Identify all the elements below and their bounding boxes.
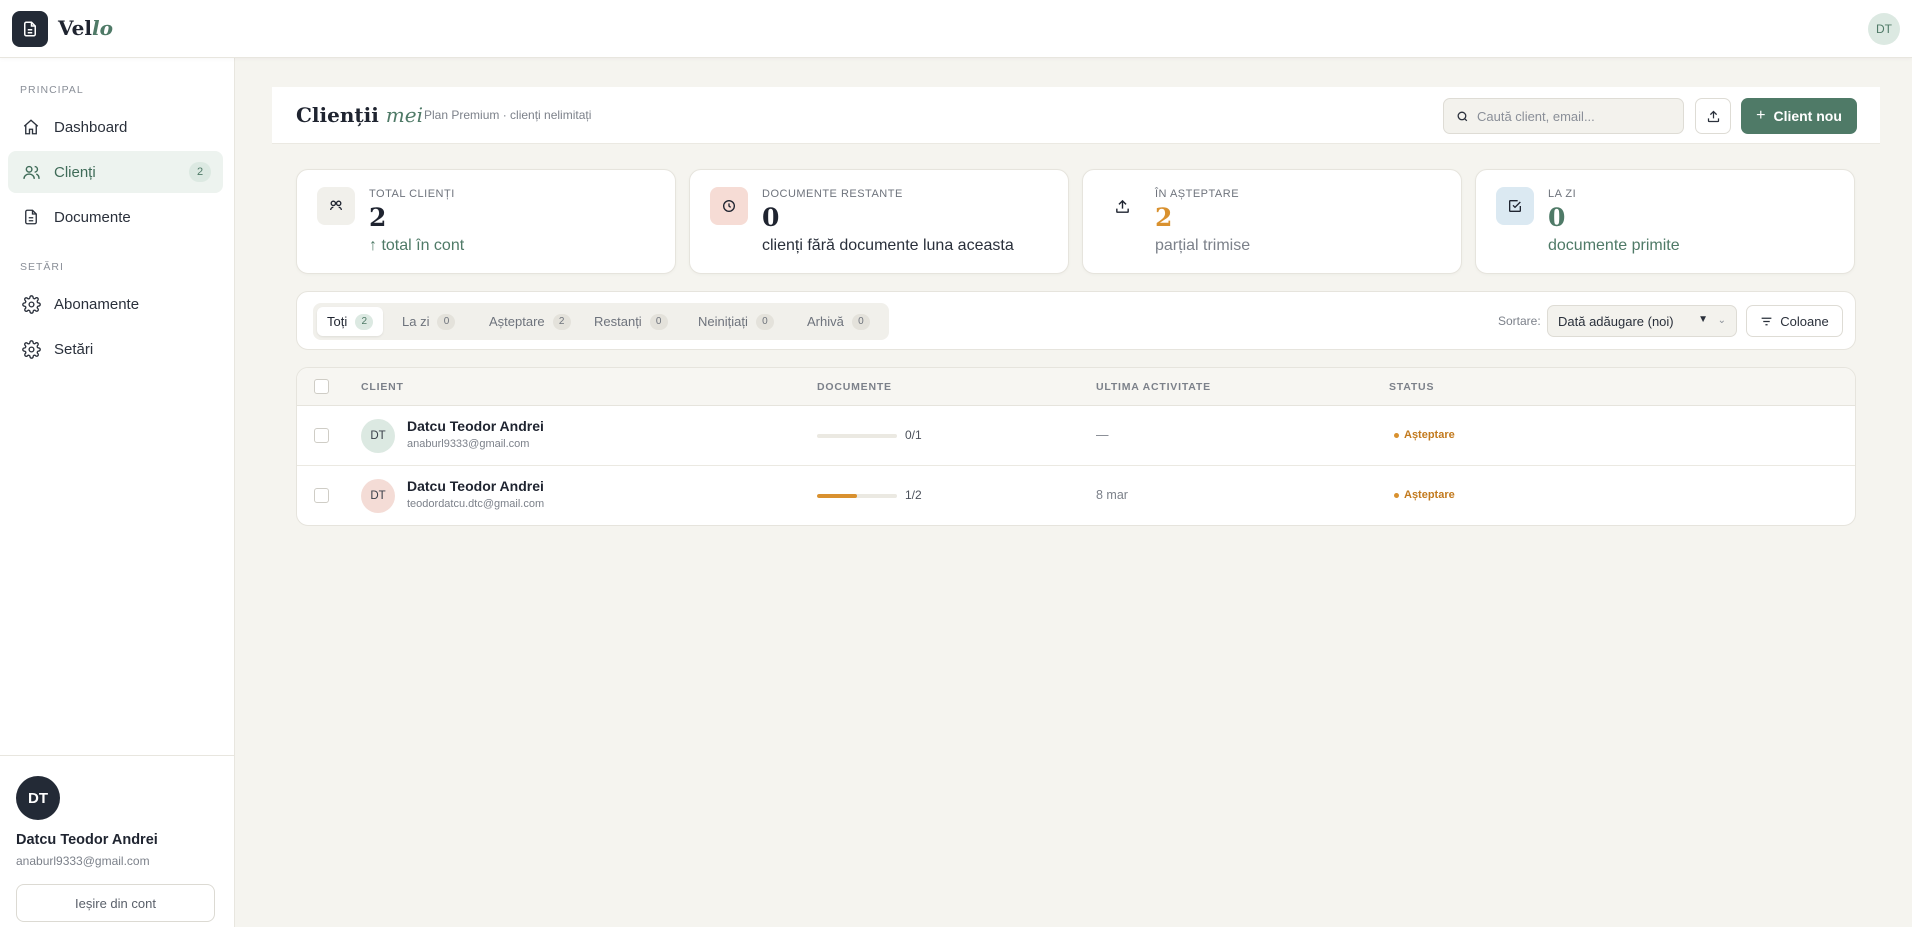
- stat-card-asteptare: ÎN AȘTEPTARE 2 parțial trimise: [1082, 169, 1462, 274]
- status-badge: Așteptare: [1394, 489, 1455, 501]
- plus-icon: +: [1756, 107, 1766, 124]
- export-button[interactable]: [1695, 98, 1731, 134]
- tab-arhiva[interactable]: Arhivă 0: [797, 307, 880, 336]
- document-icon: [20, 206, 42, 228]
- tab-restanti[interactable]: Restanți 0: [584, 307, 678, 336]
- tab-asteptare[interactable]: Așteptare 2: [479, 307, 581, 336]
- last-activity: 8 mar: [1096, 488, 1128, 502]
- column-header-client[interactable]: CLIENT: [361, 381, 404, 393]
- search-icon: [1456, 110, 1469, 123]
- table-row[interactable]: DT Datcu Teodor Andrei teodordatcu.dtc@g…: [297, 466, 1855, 525]
- gear-icon: [20, 338, 42, 360]
- stat-note: parțial trimise: [1155, 237, 1251, 254]
- sidebar-item-label: Clienți: [54, 163, 96, 181]
- documents-count: 1/2: [905, 488, 922, 502]
- sidebar-item-label: Documente: [54, 208, 131, 226]
- sidebar-item-setari[interactable]: Setări: [8, 328, 223, 370]
- table-header: CLIENT DOCUMENTE ULTIMA ACTIVITATE STATU…: [297, 368, 1855, 406]
- row-checkbox[interactable]: [314, 428, 329, 443]
- column-header-status[interactable]: STATUS: [1389, 381, 1434, 393]
- stat-note: documente primite: [1548, 237, 1680, 254]
- sidebar-item-label: Setări: [54, 340, 94, 358]
- client-name[interactable]: Datcu Teodor Andrei: [407, 418, 544, 434]
- new-client-button[interactable]: + Client nou: [1741, 98, 1857, 134]
- select-all-checkbox[interactable]: [314, 379, 329, 394]
- search-input[interactable]: [1477, 108, 1677, 124]
- table-row[interactable]: DT Datcu Teodor Andrei anaburl9333@gmail…: [297, 406, 1855, 466]
- sidebar-section-setari: SETĂRI: [20, 261, 64, 273]
- count-badge: 2: [189, 162, 211, 182]
- avatar: DT: [361, 419, 395, 453]
- chevron-down-icon: ⌄: [1717, 315, 1726, 326]
- sidebar-item-abonamente[interactable]: Abonamente: [8, 283, 223, 325]
- column-header-documente[interactable]: DOCUMENTE: [817, 381, 892, 393]
- avatar[interactable]: DT: [16, 776, 60, 820]
- app-logo[interactable]: Vello: [58, 16, 113, 40]
- upload-icon: [1706, 109, 1721, 124]
- stat-value: 2: [369, 203, 387, 232]
- stat-card-total: TOTAL CLIENȚI 2 ↑ total în cont: [296, 169, 676, 274]
- status-tabs: Toți 2 La zi 0 Așteptare 2 Restanți 0 Neiniț…: [313, 303, 889, 340]
- logout-button[interactable]: Ieșire din cont: [16, 884, 215, 922]
- tab-toti[interactable]: Toți 2: [317, 307, 384, 336]
- documents-count: 0/1: [905, 428, 922, 442]
- sort-select[interactable]: Dată adăugare (noi) ▼ ⌄: [1547, 305, 1737, 337]
- tab-neinitiati[interactable]: Neinițiați 0: [688, 307, 784, 336]
- filter-lines-icon: [1760, 315, 1773, 328]
- status-badge: Așteptare: [1394, 429, 1455, 441]
- clients-table: CLIENT DOCUMENTE ULTIMA ACTIVITATE STATU…: [296, 367, 1856, 526]
- clock-icon: [710, 187, 748, 225]
- filter-bar: Toți 2 La zi 0 Așteptare 2 Restanți 0 Neiniț…: [296, 291, 1856, 350]
- stat-label: TOTAL CLIENȚI: [369, 188, 455, 200]
- stat-value: 2: [1155, 203, 1173, 232]
- documents-progress-bar: [817, 434, 897, 438]
- avatar: DT: [361, 479, 395, 513]
- sort-label: Sortare:: [1498, 314, 1541, 328]
- stat-value: 0: [1548, 203, 1566, 232]
- gear-icon: [20, 293, 42, 315]
- client-email: anaburl9333@gmail.com: [407, 438, 530, 450]
- row-checkbox[interactable]: [314, 488, 329, 503]
- user-email: anaburl9333@gmail.com: [16, 854, 150, 868]
- caret-down-icon: ▼: [1698, 314, 1708, 325]
- search-box: [1443, 98, 1684, 134]
- page-title: Clienții mei: [296, 103, 423, 127]
- last-activity: —: [1096, 428, 1109, 442]
- logo-icon[interactable]: [12, 11, 48, 47]
- avatar[interactable]: DT: [1868, 13, 1900, 45]
- check-square-icon: [1496, 187, 1534, 225]
- tab-la-zi[interactable]: La zi 0: [392, 307, 465, 336]
- stat-label: ÎN AȘTEPTARE: [1155, 188, 1240, 200]
- user-name: Datcu Teodor Andrei: [16, 832, 158, 848]
- client-email: teodordatcu.dtc@gmail.com: [407, 498, 545, 510]
- sidebar-item-label: Abonamente: [54, 295, 140, 313]
- top-bar: Vello DT: [0, 0, 1912, 58]
- stat-label: LA ZI: [1548, 188, 1577, 200]
- page-header: Clienții mei Plan Premium · clienți neli…: [272, 87, 1880, 144]
- plan-subtitle: Plan Premium · clienți nelimitați: [424, 108, 592, 122]
- sidebar-item-clienti[interactable]: Clienți 2: [8, 151, 223, 193]
- users-circle-icon: [317, 187, 355, 225]
- home-icon: [20, 116, 42, 138]
- documents-progress-bar: [817, 494, 897, 498]
- column-header-activitate[interactable]: ULTIMA ACTIVITATE: [1096, 381, 1211, 393]
- sidebar-item-documente[interactable]: Documente: [8, 196, 223, 238]
- sidebar-section-principal: PRINCIPAL: [20, 84, 84, 96]
- sidebar-user-panel: DT Datcu Teodor Andrei anaburl9333@gmail…: [0, 755, 234, 927]
- sidebar-item-dashboard[interactable]: Dashboard: [8, 106, 223, 148]
- stat-note: clienți fără documente luna aceasta: [762, 237, 1014, 254]
- users-icon: [20, 161, 42, 183]
- client-name[interactable]: Datcu Teodor Andrei: [407, 478, 544, 494]
- stat-label: DOCUMENTE RESTANTE: [762, 188, 903, 200]
- columns-button[interactable]: Coloane: [1746, 305, 1843, 337]
- stat-note: ↑ total în cont: [369, 237, 465, 254]
- stat-value: 0: [762, 203, 780, 232]
- sidebar-item-label: Dashboard: [54, 118, 128, 136]
- stat-card-la-zi: LA ZI 0 documente primite: [1475, 169, 1855, 274]
- stat-card-restante: DOCUMENTE RESTANTE 0 clienți fără docume…: [689, 169, 1069, 274]
- sidebar: PRINCIPAL Dashboard Clienți 2 Documente …: [0, 58, 235, 927]
- upload-icon: [1103, 187, 1141, 225]
